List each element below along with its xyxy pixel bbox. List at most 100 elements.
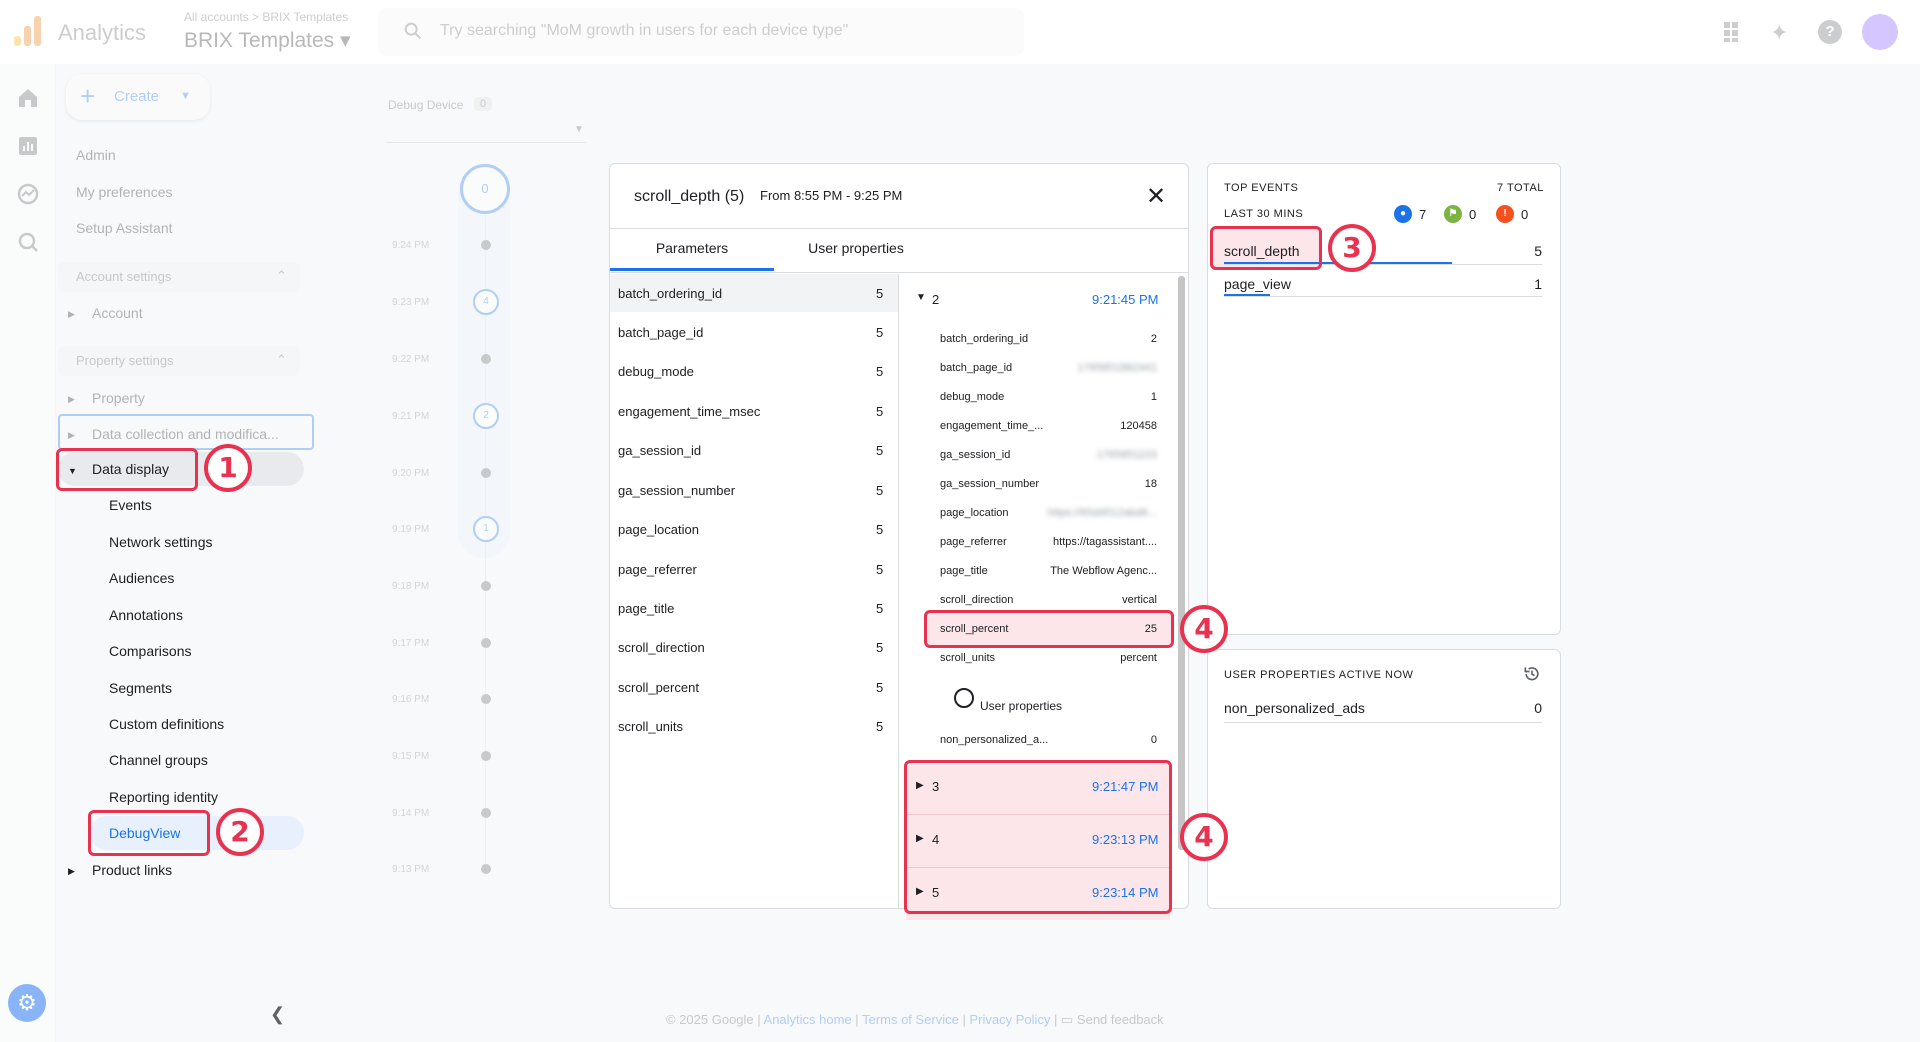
chevron-down-icon[interactable]: ▼ — [574, 124, 584, 135]
terms-link[interactable]: Terms of Service — [862, 1012, 959, 1027]
detail-key: scroll_direction — [940, 594, 1014, 606]
nav-account[interactable]: Account — [92, 305, 143, 321]
timeline-dot[interactable] — [481, 694, 491, 704]
timeline-count-ring[interactable]: 4 — [473, 289, 499, 315]
param-count: 5 — [876, 364, 884, 379]
nav-events[interactable]: Events — [109, 497, 152, 513]
detail-scrollbar[interactable] — [1178, 276, 1185, 850]
timeline-dot[interactable] — [481, 751, 491, 761]
send-feedback-link[interactable]: Send feedback — [1077, 1012, 1164, 1027]
timeline-dot[interactable] — [481, 240, 491, 250]
param-name[interactable]: ga_session_number — [618, 483, 735, 498]
nav-comparisons[interactable]: Comparisons — [109, 643, 191, 659]
detail-value: 18 — [1144, 478, 1157, 490]
left-rail — [0, 64, 56, 1042]
property-picker[interactable]: BRIX Templates ▾ — [184, 28, 351, 53]
param-name[interactable]: debug_mode — [618, 364, 694, 379]
param-name[interactable]: page_referrer — [618, 562, 697, 577]
detail-value: 1765851103 — [1096, 449, 1157, 461]
nav-annotations[interactable]: Annotations — [109, 607, 183, 623]
user-icon: ● — [1394, 205, 1412, 223]
timeline-count-ring[interactable]: 1 — [473, 516, 499, 542]
flag-icon: ⚑ — [1444, 205, 1462, 223]
apps-grid-icon[interactable] — [1722, 20, 1746, 44]
nav-audiences[interactable]: Audiences — [109, 570, 174, 586]
insights-sparkle-icon[interactable]: ✦ — [1770, 20, 1788, 46]
caret-down-icon[interactable]: ▼ — [916, 292, 926, 303]
tab-user-properties[interactable]: User properties — [790, 240, 922, 256]
timeline-dot[interactable] — [481, 581, 491, 591]
footer-sep: | — [1050, 1012, 1062, 1027]
nav-reporting-identity[interactable]: Reporting identity — [109, 789, 218, 805]
error-count: 0 — [1521, 207, 1529, 222]
debug-device-select[interactable] — [386, 142, 586, 143]
param-count: 5 — [876, 443, 884, 458]
detail-key: page_referrer — [940, 536, 1007, 548]
param-count: 5 — [876, 562, 884, 577]
nav-setup-assistant[interactable]: Setup Assistant — [76, 220, 173, 236]
param-count: 5 — [876, 286, 884, 301]
param-name[interactable]: batch_ordering_id — [618, 286, 722, 301]
nav-my-preferences[interactable]: My preferences — [76, 184, 172, 200]
collapse-nav-icon[interactable]: ❮ — [270, 1004, 285, 1025]
caret-right-icon: ▶ — [68, 430, 75, 440]
explore-icon[interactable] — [16, 182, 40, 206]
account-breadcrumb[interactable]: All accounts > BRIX Templates — [184, 10, 348, 24]
chevron-down-icon: ▼ — [180, 90, 191, 102]
timeline-time: 9:20 PM — [392, 468, 430, 479]
detail-value: 120458 — [1120, 420, 1157, 432]
analytics-home-link[interactable]: Analytics home — [764, 1012, 852, 1027]
timeline-dot[interactable] — [481, 638, 491, 648]
param-name[interactable]: ga_session_id — [618, 443, 701, 458]
nav-product-links[interactable]: Product links — [92, 862, 172, 878]
timeline-count-ring[interactable]: 2 — [473, 403, 499, 429]
detail-key: page_title — [940, 565, 988, 577]
top-events-total: 7 TOTAL — [1497, 182, 1544, 194]
nav-property[interactable]: Property — [92, 390, 145, 406]
debugview-highlight — [88, 810, 210, 856]
timeline-dot[interactable] — [481, 864, 491, 874]
detail-value: 2 — [1150, 333, 1157, 345]
home-icon[interactable] — [16, 86, 40, 110]
param-name[interactable]: page_location — [618, 522, 699, 537]
admin-gear-icon[interactable]: ⚙ — [8, 984, 46, 1022]
param-name[interactable]: scroll_direction — [618, 640, 705, 655]
detail-key: debug_mode — [940, 391, 1005, 403]
timeline-time: 9:19 PM — [392, 524, 430, 535]
timeline-dot[interactable] — [481, 354, 491, 364]
search-icon — [404, 22, 422, 40]
param-name[interactable]: scroll_percent — [618, 680, 699, 695]
param-name[interactable]: batch_page_id — [618, 325, 703, 340]
event-instance-number[interactable]: 2 — [932, 292, 939, 307]
event-instance-time: 9:21:45 PM — [1092, 292, 1159, 307]
privacy-link[interactable]: Privacy Policy — [969, 1012, 1050, 1027]
history-icon[interactable] — [1522, 664, 1542, 684]
reports-icon[interactable] — [16, 134, 40, 158]
footer-copyright: © 2025 Google | — [666, 1012, 764, 1027]
help-icon[interactable]: ? — [1818, 20, 1842, 44]
step-callout: 4 — [1180, 605, 1228, 653]
account-avatar[interactable] — [1862, 14, 1898, 50]
close-icon[interactable]: ✕ — [1146, 182, 1166, 211]
timeline-dot[interactable] — [481, 468, 491, 478]
nav-channel-groups[interactable]: Channel groups — [109, 752, 208, 768]
nav-data-collection[interactable]: Data collection and modifica... — [92, 426, 279, 442]
nav-network-settings[interactable]: Network settings — [109, 534, 212, 550]
nav-segments[interactable]: Segments — [109, 680, 172, 696]
nav-admin[interactable]: Admin — [76, 147, 116, 163]
top-event-name[interactable]: page_view — [1224, 276, 1291, 292]
plus-icon: + — [80, 81, 96, 111]
advertising-icon[interactable] — [16, 230, 40, 254]
user-properties-title: USER PROPERTIES ACTIVE NOW — [1224, 669, 1414, 681]
timeline-dot[interactable] — [481, 808, 491, 818]
param-name[interactable]: engagement_time_msec — [618, 404, 760, 419]
seconds-stream-counter[interactable]: 0 — [460, 164, 510, 214]
panel-time-range: From 8:55 PM - 9:25 PM — [760, 188, 903, 203]
param-name[interactable]: scroll_units — [618, 719, 683, 734]
param-count: 5 — [876, 640, 884, 655]
timeline-time: 9:14 PM — [392, 808, 430, 819]
timeline-time: 9:23 PM — [392, 297, 430, 308]
param-name[interactable]: page_title — [618, 601, 674, 616]
nav-custom-definitions[interactable]: Custom definitions — [109, 716, 224, 732]
active-tab-indicator — [610, 268, 774, 271]
